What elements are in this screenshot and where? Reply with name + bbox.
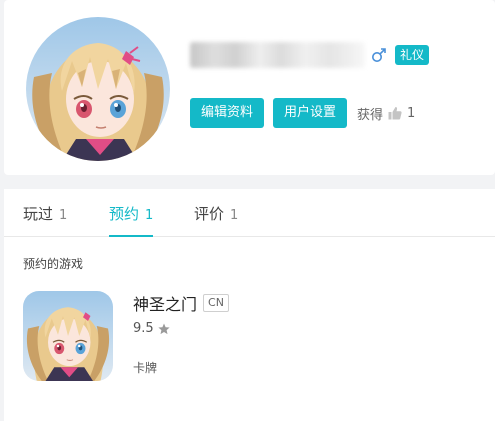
tab-played[interactable]: 玩过 1 (23, 203, 67, 237)
tab-played-label: 玩过 (23, 205, 54, 223)
tab-reviews-count: 1 (230, 208, 239, 223)
likes-received-label: 获得 (357, 107, 384, 123)
game-name-link[interactable]: 神圣之门 (133, 291, 197, 315)
avatar-image (26, 17, 170, 161)
game-cover-art (23, 291, 113, 381)
edit-profile-button[interactable]: 编辑资料 (190, 98, 265, 128)
profile-actions: 编辑资料 用户设置 获得 1 (190, 98, 415, 128)
content-card: 玩过 1 预约 1 评价 1 预约的游戏 神圣之门 CN 9.5 卡牌 (4, 189, 495, 421)
tab-reviews-label: 评价 (194, 205, 225, 223)
username-blurred (190, 42, 365, 68)
tab-reviews[interactable]: 评价 1 (194, 203, 238, 237)
tab-reserved-label: 预约 (109, 205, 140, 223)
male-icon (372, 48, 386, 62)
user-settings-button[interactable]: 用户设置 (273, 98, 348, 128)
tab-reserved[interactable]: 预约 1 (109, 203, 154, 237)
username-row: 礼仪 (190, 40, 430, 70)
tab-reserved-count: 1 (145, 208, 154, 223)
avatar[interactable] (26, 17, 170, 161)
profile-card: 礼仪 编辑资料 用户设置 获得 1 (4, 0, 495, 175)
section-title: 预约的游戏 (23, 257, 84, 271)
game-icon-image[interactable] (23, 291, 113, 381)
likes-received-count: 1 (407, 105, 416, 121)
profile-tabs: 玩过 1 预约 1 评价 1 (4, 189, 495, 237)
region-badge: CN (203, 294, 229, 312)
tab-played-count: 1 (59, 208, 68, 223)
etiquette-badge[interactable]: 礼仪 (395, 45, 430, 65)
game-genre-tag[interactable]: 卡牌 (133, 359, 157, 376)
game-rating-row: 9.5 (133, 321, 170, 336)
game-title-row: 神圣之门 CN (133, 291, 229, 315)
thumbs-up-icon (388, 107, 402, 120)
star-icon (158, 323, 170, 334)
game-rating: 9.5 (133, 321, 154, 336)
